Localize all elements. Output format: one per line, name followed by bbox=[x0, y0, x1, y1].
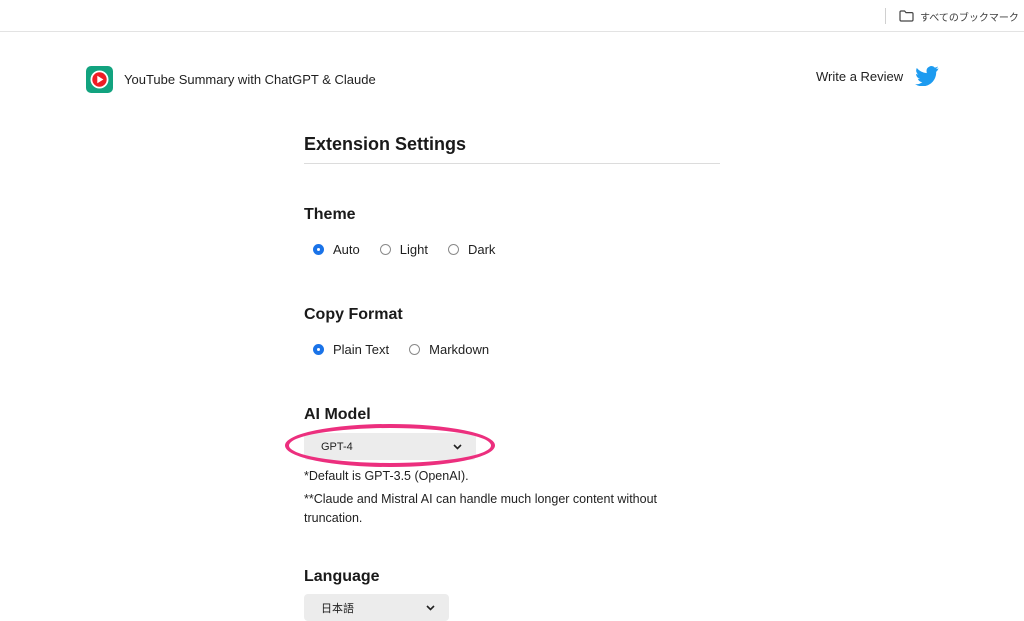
ai-model-select-value: GPT-4 bbox=[321, 440, 353, 453]
extension-title: YouTube Summary with ChatGPT & Claude bbox=[124, 72, 376, 87]
copy-format-option-plain-text[interactable]: Plain Text bbox=[313, 342, 389, 357]
settings-page: すべてのブックマーク YouTube Summary with ChatGPT … bbox=[0, 0, 1024, 621]
language-heading: Language bbox=[304, 568, 380, 585]
theme-option-dark[interactable]: Dark bbox=[447, 242, 496, 257]
theme-option-light-label: Light bbox=[399, 242, 428, 257]
radio-unchecked[interactable] bbox=[447, 244, 459, 255]
chevron-down-icon bbox=[453, 442, 462, 451]
chevron-down-icon bbox=[426, 603, 435, 612]
ai-model-default-note: *Default is GPT-3.5 (OpenAI). bbox=[304, 469, 469, 483]
folder-icon bbox=[899, 10, 914, 22]
theme-option-dark-label: Dark bbox=[467, 242, 496, 257]
theme-option-auto-label: Auto bbox=[333, 242, 360, 257]
ai-model-length-note: **Claude and Mistral AI can handle much … bbox=[304, 492, 657, 525]
twitter-bird-icon bbox=[915, 66, 939, 86]
copy-format-radio-group: Plain Text Markdown bbox=[313, 342, 509, 357]
copy-format-plain-text-label: Plain Text bbox=[333, 342, 390, 357]
language-select-value: 日本語 bbox=[321, 602, 354, 615]
settings-title: Extension Settings bbox=[304, 134, 720, 164]
theme-radio-group: Auto Light Dark bbox=[313, 242, 515, 257]
extension-header: YouTube Summary with ChatGPT & Claude bbox=[86, 66, 376, 93]
theme-option-light[interactable]: Light bbox=[379, 242, 428, 257]
theme-option-auto[interactable]: Auto bbox=[313, 242, 360, 257]
write-review-link[interactable]: Write a Review bbox=[816, 66, 939, 86]
all-bookmarks-button[interactable]: すべてのブックマーク bbox=[899, 7, 1019, 25]
copy-format-option-markdown[interactable]: Markdown bbox=[409, 342, 489, 357]
all-bookmarks-label: すべてのブックマーク bbox=[920, 12, 1019, 24]
ai-model-select[interactable]: GPT-4 bbox=[304, 433, 476, 460]
copy-format-heading: Copy Format bbox=[304, 306, 403, 323]
theme-heading: Theme bbox=[304, 206, 356, 223]
radio-checked[interactable] bbox=[313, 244, 324, 255]
bookmarks-bar: すべてのブックマーク bbox=[0, 0, 1024, 32]
radio-unchecked[interactable] bbox=[379, 244, 391, 255]
write-review-label: Write a Review bbox=[816, 68, 904, 84]
settings-panel: Extension Settings Theme Auto Light Dark… bbox=[304, 134, 720, 621]
bookmarks-divider bbox=[885, 8, 886, 24]
radio-checked[interactable] bbox=[313, 344, 324, 355]
copy-format-markdown-label: Markdown bbox=[429, 342, 490, 357]
radio-unchecked[interactable] bbox=[409, 344, 421, 355]
ai-model-heading: AI Model bbox=[304, 406, 371, 423]
language-select[interactable]: 日本語 bbox=[304, 594, 449, 621]
youtube-play-icon bbox=[86, 66, 113, 93]
